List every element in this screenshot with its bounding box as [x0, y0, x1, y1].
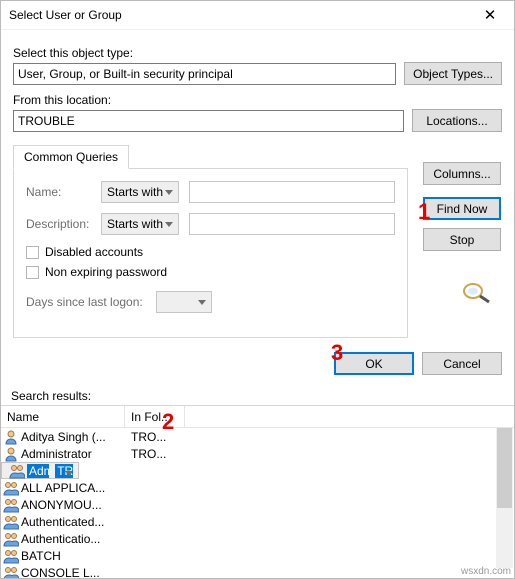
tab-common-queries[interactable]: Common Queries: [13, 145, 129, 169]
table-row[interactable]: ALL APPLICA...: [1, 479, 514, 496]
table-row[interactable]: Authenticated...: [1, 513, 514, 530]
queries-panel: Name: Starts with Description: Starts wi…: [13, 168, 408, 338]
search-results-label: Search results:: [11, 389, 502, 403]
name-label: Name:: [26, 185, 91, 199]
scrollbar[interactable]: [496, 428, 513, 568]
side-buttons: Columns... Find Now Stop: [423, 162, 501, 251]
titlebar: Select User or Group ✕: [1, 1, 514, 30]
annotation-3: 3: [331, 340, 343, 366]
name-input[interactable]: [189, 181, 395, 203]
cancel-button[interactable]: Cancel: [422, 352, 502, 375]
days-since-label: Days since last logon:: [26, 295, 146, 309]
ok-button[interactable]: OK: [334, 352, 414, 375]
annotation-2: 2: [162, 409, 174, 435]
table-row[interactable]: AdministratorsTRO...: [1, 462, 79, 479]
col-name[interactable]: Name: [1, 406, 125, 427]
table-row[interactable]: Authenticatio...: [1, 530, 514, 547]
locations-button[interactable]: Locations...: [412, 109, 502, 132]
desc-mode-select[interactable]: Starts with: [101, 213, 179, 235]
table-row[interactable]: ANONYMOU...: [1, 496, 514, 513]
desc-input[interactable]: [189, 213, 395, 235]
object-type-label: Select this object type:: [13, 46, 502, 60]
object-type-field[interactable]: User, Group, or Built-in security princi…: [13, 63, 396, 85]
table-row[interactable]: Aditya Singh (...TRO...: [1, 428, 514, 445]
col-folder[interactable]: In Fol...: [125, 406, 185, 427]
window-title: Select User or Group: [9, 8, 468, 22]
columns-button[interactable]: Columns...: [423, 162, 501, 185]
table-row[interactable]: CONSOLE L...: [1, 564, 514, 578]
close-button[interactable]: ✕: [468, 1, 512, 29]
object-types-button[interactable]: Object Types...: [404, 62, 502, 85]
dialog: Select User or Group ✕ Select this objec…: [0, 0, 515, 579]
find-now-button[interactable]: Find Now: [423, 197, 501, 220]
scrollbar-thumb[interactable]: [497, 428, 512, 508]
desc-label: Description:: [26, 217, 91, 231]
magnifier-icon: [459, 280, 493, 304]
days-since-select[interactable]: [156, 291, 212, 313]
non-expiring-checkbox[interactable]: Non expiring password: [26, 265, 395, 279]
location-field[interactable]: TROUBLE: [13, 110, 404, 132]
table-row[interactable]: AdministratorTRO...: [1, 445, 514, 462]
watermark: wsxdn.com: [461, 566, 511, 577]
stop-button[interactable]: Stop: [423, 228, 501, 251]
name-mode-select[interactable]: Starts with: [101, 181, 179, 203]
checkbox-icon: [26, 266, 39, 279]
table-header: Name In Fol...: [1, 406, 514, 428]
results-table: Name In Fol... Aditya Singh (...TRO...Ad…: [1, 405, 514, 578]
checkbox-icon: [26, 246, 39, 259]
annotation-1: 1: [418, 199, 430, 225]
disabled-accounts-checkbox[interactable]: Disabled accounts: [26, 245, 395, 259]
table-row[interactable]: BATCH: [1, 547, 514, 564]
location-label: From this location:: [13, 93, 502, 107]
